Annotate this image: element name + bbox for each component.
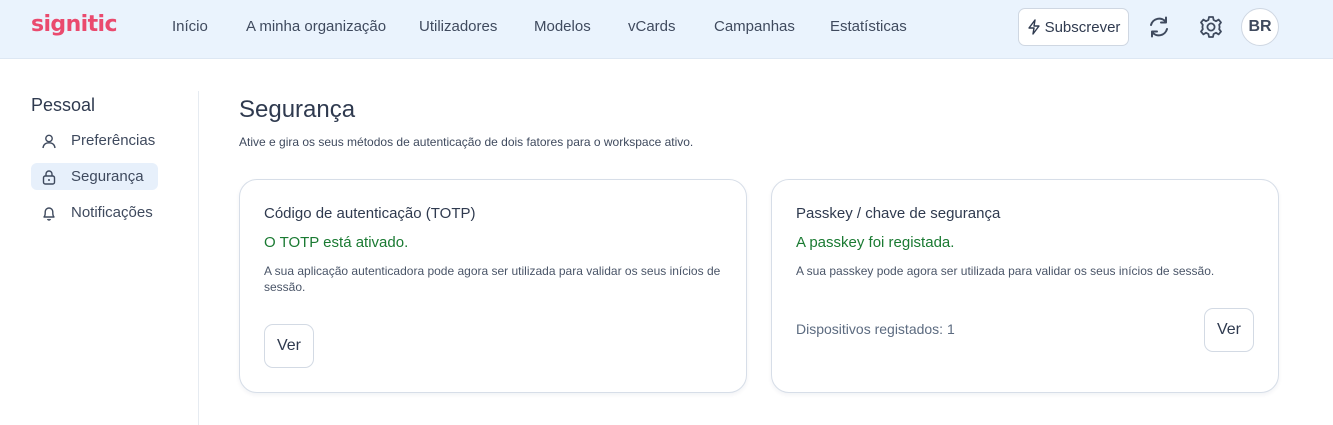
top-bar: signitic Início A minha organização Util… [0, 0, 1333, 59]
card-description: A sua passkey pode agora ser utilizada p… [796, 264, 1215, 278]
card-title: Código de autenticação (TOTP) [264, 205, 476, 222]
avatar[interactable]: BR [1241, 8, 1279, 46]
view-passkey-button[interactable]: Ver [1204, 308, 1254, 352]
gear-icon[interactable] [1198, 14, 1224, 40]
totp-card: Código de autenticação (TOTP) O TOTP est… [239, 179, 747, 393]
sidebar-item-notificacoes[interactable]: Notificações [31, 199, 158, 226]
sidebar-item-label: Segurança [71, 168, 144, 185]
passkey-card: Passkey / chave de segurança A passkey f… [771, 179, 1279, 393]
bell-icon [41, 205, 57, 221]
nav-item-inicio[interactable]: Início [172, 18, 208, 35]
subscribe-button[interactable]: Subscrever [1018, 8, 1129, 46]
status-text: A passkey foi registada. [796, 234, 955, 251]
nav-item-modelos[interactable]: Modelos [534, 18, 591, 35]
lock-icon [41, 169, 57, 185]
page-title: Segurança [239, 96, 356, 123]
subscribe-label: Subscrever [1044, 18, 1121, 36]
nav-item-estatisticas[interactable]: Estatísticas [830, 18, 907, 35]
sidebar-title: Pessoal [31, 95, 96, 115]
nav-item-organizacao[interactable]: A minha organização [246, 18, 386, 35]
nav-item-utilizadores[interactable]: Utilizadores [419, 18, 497, 35]
sidebar-divider [198, 91, 199, 425]
card-description: A sua aplicação autenticadora pode agora… [264, 264, 721, 294]
status-text: O TOTP está ativado. [264, 234, 409, 251]
lightning-icon [1027, 19, 1041, 35]
view-totp-button[interactable]: Ver [264, 324, 314, 368]
sidebar-item-label: Notificações [71, 204, 153, 221]
card-title: Passkey / chave de segurança [796, 205, 1001, 222]
registered-devices-count: Dispositivos registados: 1 [796, 321, 955, 337]
page-description: Ative e gira os seus métodos de autentic… [239, 135, 694, 149]
sidebar-item-label: Preferências [71, 132, 156, 149]
sidebar-item-preferencias[interactable]: Preferências [31, 127, 158, 154]
brand-logo[interactable]: signitic [31, 12, 117, 37]
sync-icon[interactable] [1146, 14, 1172, 40]
user-icon [41, 133, 57, 149]
nav-item-vcards[interactable]: vCards [628, 18, 676, 35]
nav-item-campanhas[interactable]: Campanhas [714, 18, 795, 35]
sidebar-item-seguranca[interactable]: Segurança [31, 163, 158, 190]
